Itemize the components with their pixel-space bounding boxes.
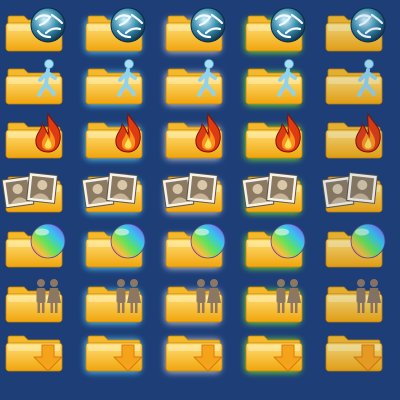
fire-folder-selected[interactable] (242, 112, 306, 162)
globe-folder-normal[interactable] (2, 5, 66, 55)
globe-icon (30, 7, 66, 43)
down-arrow-folder-normal[interactable] (2, 325, 66, 375)
rainbow-ball-folder-pressed[interactable] (162, 221, 226, 271)
fire-icon (355, 112, 381, 153)
down-arrow-folder-hover[interactable] (82, 325, 146, 375)
walking-person-folder-pressed[interactable] (162, 58, 226, 108)
rainbow-ball-icon (270, 223, 306, 259)
folder-icon (5, 68, 63, 105)
fire-icon (195, 112, 221, 153)
rainbow-ball-icon (110, 223, 146, 259)
rainbow-ball-icon (190, 223, 226, 259)
walking-person-folder-normal[interactable] (2, 58, 66, 108)
walking-person-folder-hover[interactable] (82, 58, 146, 108)
fire-folder-disabled[interactable] (322, 112, 386, 162)
globe-icon (190, 7, 226, 43)
rainbow-ball-folder-hover[interactable] (82, 221, 146, 271)
down-arrow-folder-pressed[interactable] (162, 325, 226, 375)
globe-icon (270, 7, 306, 43)
down-arrow-folder-disabled[interactable] (322, 325, 386, 375)
people-folder-hover[interactable] (82, 276, 146, 326)
folder-icon-grid (0, 0, 400, 400)
walking-person-folder-selected[interactable] (242, 58, 306, 108)
rainbow-ball-folder-selected[interactable] (242, 221, 306, 271)
globe-icon (110, 7, 146, 43)
photos-folder-selected[interactable] (241, 166, 306, 216)
folder-icon (165, 68, 223, 105)
fire-folder-pressed[interactable] (162, 112, 226, 162)
globe-folder-hover[interactable] (82, 5, 146, 55)
rainbow-ball-icon (350, 223, 386, 259)
photos-folder-pressed[interactable] (161, 166, 226, 216)
fire-folder-normal[interactable] (2, 112, 66, 162)
photos-folder-hover[interactable] (81, 166, 146, 216)
globe-folder-pressed[interactable] (162, 5, 226, 55)
globe-folder-disabled[interactable] (322, 5, 386, 55)
fire-folder-hover[interactable] (82, 112, 146, 162)
rainbow-ball-folder-disabled[interactable] (322, 221, 386, 271)
fire-icon (115, 112, 141, 153)
folder-icon (85, 68, 143, 105)
photos-folder-disabled[interactable] (321, 166, 386, 216)
down-arrow-folder-selected[interactable] (242, 325, 306, 375)
fire-icon (35, 112, 61, 153)
people-folder-selected[interactable] (242, 276, 306, 326)
people-folder-pressed[interactable] (162, 276, 226, 326)
people-folder-normal[interactable] (2, 276, 66, 326)
people-folder-disabled[interactable] (322, 276, 386, 326)
globe-folder-selected[interactable] (242, 5, 306, 55)
rainbow-ball-folder-normal[interactable] (2, 221, 66, 271)
walking-person-folder-disabled[interactable] (322, 58, 386, 108)
folder-icon (325, 68, 383, 105)
photos-folder-normal[interactable] (1, 166, 66, 216)
rainbow-ball-icon (30, 223, 66, 259)
globe-icon (350, 7, 386, 43)
folder-icon (245, 68, 303, 105)
fire-icon (275, 112, 301, 153)
